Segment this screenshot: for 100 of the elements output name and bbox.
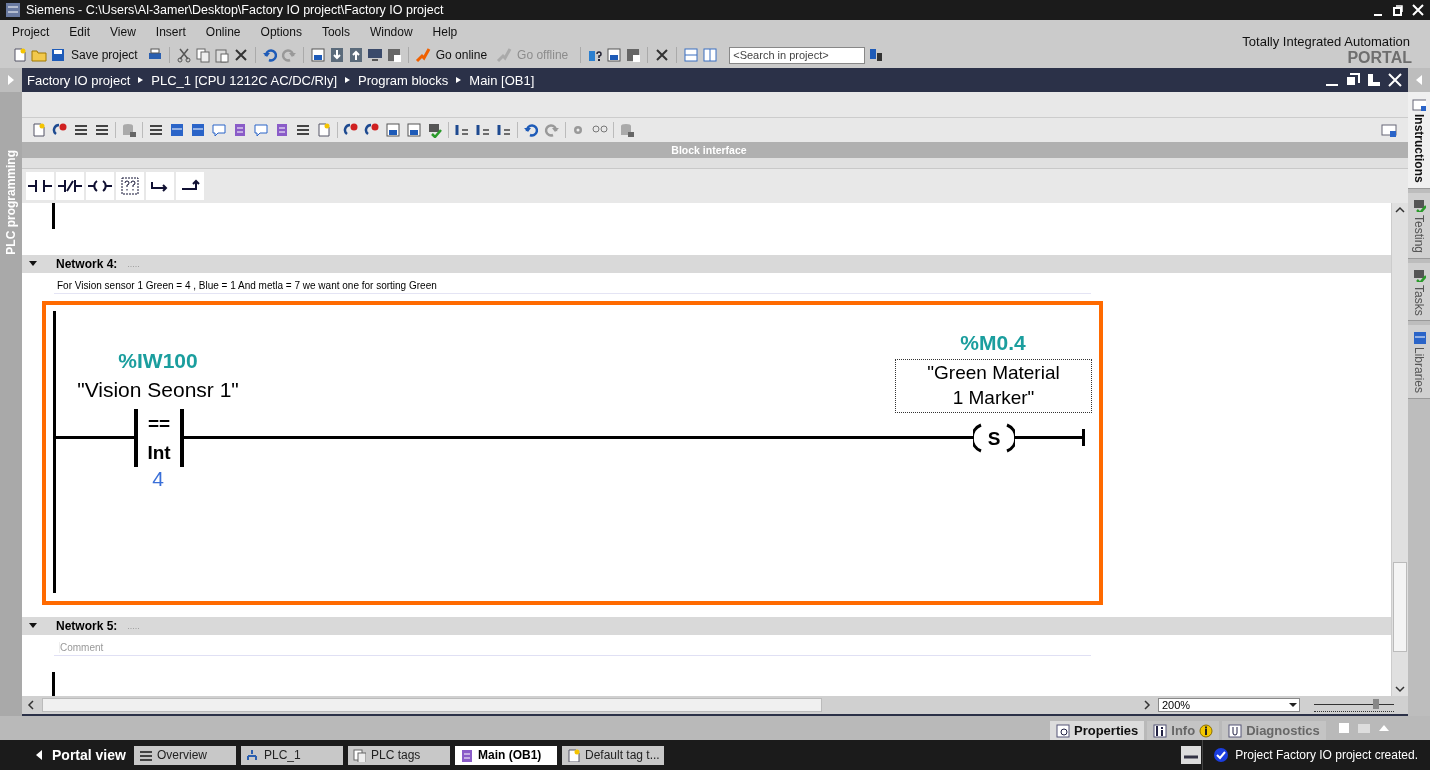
check-icon[interactable] (427, 122, 443, 138)
overview-icon (138, 748, 152, 762)
menu-item[interactable]: Help (432, 25, 467, 39)
block-icon[interactable] (232, 122, 248, 138)
panel-icon[interactable] (190, 122, 206, 138)
monitor-icon[interactable] (366, 47, 383, 63)
rung-end-mark (1082, 429, 1085, 446)
restore-icon[interactable] (1392, 4, 1404, 16)
breadcrumb-separator-icon (137, 75, 145, 85)
tree-icon (245, 748, 259, 762)
properties-icon (1056, 723, 1070, 738)
horizontal-scroll-thumb[interactable] (42, 698, 822, 712)
triangle-left-icon (34, 749, 44, 761)
operand-address: %IW100 (118, 349, 198, 373)
tags-icon (352, 748, 366, 762)
comment-icon[interactable] (211, 122, 227, 138)
editor-taskbar-tab[interactable]: PLC tags (348, 745, 450, 765)
window-icon[interactable] (169, 122, 185, 138)
status-details-icon[interactable] (1180, 745, 1203, 765)
side-tab[interactable]: Tasks (1408, 262, 1430, 322)
previous-icon[interactable] (523, 122, 539, 138)
editor-taskbar-tab[interactable]: Default tag t... (562, 745, 664, 765)
float-window-icon[interactable] (1367, 73, 1381, 87)
network-comment[interactable]: For Vision sensor 1 Green = 4 , Blue = 1 And metla = 7 we want one for sorting Green (57, 279, 437, 291)
menu-item[interactable]: Tools (321, 25, 359, 39)
normally-open-contact-icon[interactable] (26, 172, 54, 200)
chat-icon[interactable] (253, 122, 269, 138)
menu-item[interactable]: View (110, 25, 145, 39)
download-icon[interactable] (328, 47, 345, 63)
undo-icon[interactable] (261, 47, 278, 63)
compare-value: 4 (152, 467, 164, 491)
delete-icon[interactable] (232, 47, 249, 63)
data-type: Int (147, 443, 171, 462)
menu-item[interactable]: Online (205, 25, 250, 39)
vertical-scroll-thumb[interactable] (1393, 562, 1407, 652)
operand-address: %M0.4 (960, 331, 1026, 355)
normally-closed-contact-icon[interactable] (56, 172, 84, 200)
copy-icon[interactable] (194, 47, 211, 63)
split-horizontal-icon[interactable] (683, 47, 700, 63)
side-tab[interactable]: Instructions (1408, 92, 1430, 189)
menu-item[interactable]: Insert (155, 25, 195, 39)
empty-box-icon[interactable] (116, 172, 144, 200)
check-icon (1213, 747, 1230, 763)
compare-contact[interactable]: == Int (134, 409, 184, 467)
breadcrumb-separator-icon (344, 75, 351, 85)
info-icon (1153, 723, 1168, 738)
side-tab[interactable]: Libraries (1408, 325, 1430, 400)
editor-taskbar-tab[interactable]: Main (OB1) (455, 745, 557, 765)
breadcrumb-separator-icon (455, 75, 463, 85)
zoom-dropdown[interactable]: 200% (1158, 698, 1300, 712)
open-branch-icon[interactable] (146, 172, 174, 200)
triangle-left-icon (1414, 74, 1424, 86)
breadcrumb-item[interactable]: Main [OB1] (469, 72, 535, 88)
network-header[interactable]: Network 4: ..... (22, 255, 1391, 273)
coil-icon[interactable] (86, 172, 114, 200)
menu-item[interactable]: Window (369, 25, 422, 39)
list-view-icon[interactable] (295, 122, 311, 138)
diagnostics-icon (1228, 723, 1243, 738)
status-message: Project Factory IO project created. (1235, 748, 1418, 762)
menu-item[interactable]: Options (260, 25, 311, 39)
new-project-icon[interactable] (12, 47, 28, 63)
set-coil[interactable]: S (973, 423, 1015, 453)
app-logo-icon (6, 3, 20, 17)
close-branch-icon[interactable] (176, 172, 204, 200)
save-project-button[interactable]: Save project (71, 48, 138, 62)
warning-info-icon (1199, 723, 1214, 738)
cut-icon[interactable] (175, 47, 192, 63)
zoom-slider[interactable] (1314, 698, 1394, 712)
side-tab[interactable]: Testing (1408, 192, 1430, 259)
search-icon[interactable] (868, 47, 885, 63)
close-icon[interactable] (1388, 73, 1402, 87)
network-header[interactable]: Network 5: ..... (22, 617, 1391, 635)
menu-item[interactable]: Edit (69, 25, 100, 39)
portal-view-button[interactable]: Portal view (0, 747, 134, 763)
close-all-icon[interactable] (654, 47, 671, 63)
upload-icon[interactable] (347, 47, 364, 63)
restore-icon[interactable] (1346, 73, 1360, 87)
go-online-button[interactable]: Go online (435, 48, 488, 62)
editor-taskbar-tab[interactable]: PLC_1 (241, 745, 343, 765)
network-title: Network 4: (56, 257, 118, 271)
rung-wire (1014, 436, 1082, 439)
database-lock-icon[interactable] (619, 122, 635, 138)
search-field[interactable]: <Search in project> (729, 46, 866, 64)
menu-item[interactable]: Project (12, 25, 59, 39)
database-icon[interactable] (121, 122, 137, 138)
breadcrumb-item[interactable]: Factory IO project (27, 72, 131, 88)
save-icon[interactable] (50, 47, 66, 63)
compare-operator: == (147, 414, 171, 433)
brand-subtitle: PORTAL (1347, 49, 1412, 67)
layout-icon[interactable] (1381, 122, 1397, 138)
list-icon[interactable] (148, 122, 164, 138)
zoom-slider-thumb[interactable] (1373, 698, 1380, 709)
bars-icon[interactable] (454, 122, 470, 138)
inspector-tab[interactable]: Properties (1050, 721, 1145, 740)
breadcrumb-item[interactable]: PLC_1 [CPU 1212C AC/DC/Rly] (151, 72, 337, 88)
editor-taskbar-tab[interactable]: Overview (134, 745, 236, 765)
split-vertical-icon[interactable] (702, 47, 719, 63)
breadcrumb-item[interactable]: Program blocks (358, 72, 449, 88)
close-icon[interactable] (1412, 4, 1424, 16)
paste-icon[interactable] (213, 47, 230, 63)
